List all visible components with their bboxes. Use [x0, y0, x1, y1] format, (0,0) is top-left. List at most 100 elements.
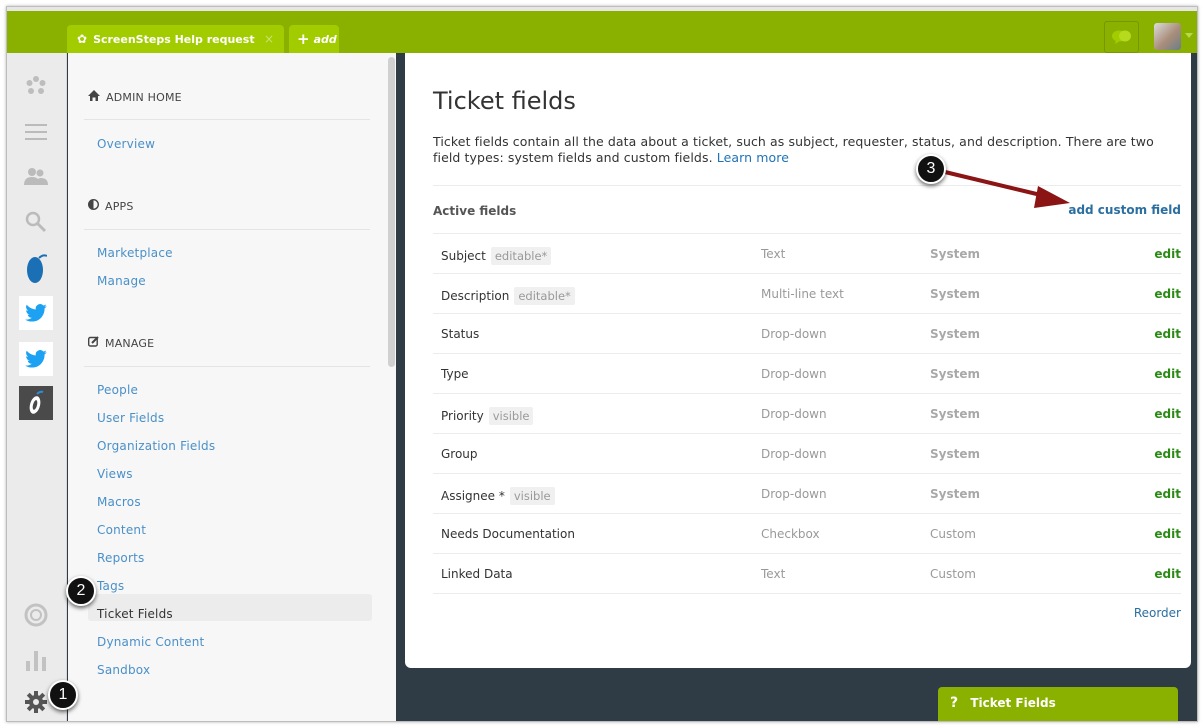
- divider: [84, 119, 370, 120]
- sidebar-item-organization-fields[interactable]: Organization Fields: [97, 439, 215, 453]
- field-name: Description: [441, 289, 510, 303]
- field-type: Drop-down: [761, 487, 827, 501]
- field-badge: visible: [509, 487, 555, 505]
- edit-field-link[interactable]: edit: [1154, 567, 1181, 581]
- callout-2: 2: [66, 576, 96, 606]
- field-badge: editable*: [490, 247, 552, 265]
- app-droplet-icon[interactable]: [17, 249, 55, 287]
- field-name: Priority: [441, 409, 484, 423]
- twitter-app-icon[interactable]: [19, 296, 53, 330]
- sidebar-item-sandbox[interactable]: Sandbox: [97, 663, 150, 677]
- table-row: Description editable* Multi-line text Syste…: [433, 274, 1181, 314]
- sidebar-item-dynamic-content[interactable]: Dynamic Content: [97, 635, 204, 649]
- field-name: Subject: [441, 249, 486, 263]
- field-name-cell: Linked Data: [441, 567, 513, 581]
- app-o-icon[interactable]: [19, 386, 53, 420]
- field-kind: System: [930, 487, 980, 501]
- users-icon[interactable]: [17, 157, 55, 195]
- edit-field-link[interactable]: edit: [1154, 487, 1181, 501]
- reorder-link[interactable]: Reorder: [1134, 606, 1181, 620]
- field-badge: visible: [488, 407, 534, 425]
- sidebar-item-macros[interactable]: Macros: [97, 495, 141, 509]
- field-kind: System: [930, 407, 980, 421]
- gear-icon: ✿: [77, 32, 88, 46]
- add-custom-field-link[interactable]: add custom field: [1068, 203, 1181, 217]
- table-row: Group Drop-down System edit: [433, 434, 1181, 474]
- page-description: Ticket fields contain all the data about…: [433, 134, 1154, 165]
- edit-field-link[interactable]: edit: [1154, 247, 1181, 261]
- edit-icon: [87, 336, 99, 350]
- field-kind: System: [930, 447, 980, 461]
- field-name: Group: [441, 447, 478, 461]
- add-tab-button[interactable]: + add: [289, 25, 339, 53]
- ticket-tab-title: ScreenSteps Help request: [93, 32, 255, 46]
- field-name-cell: Assignee * visible: [441, 487, 555, 505]
- edit-field-link[interactable]: edit: [1154, 447, 1181, 461]
- divider: [84, 229, 370, 230]
- field-type: Drop-down: [761, 367, 827, 381]
- edit-field-link[interactable]: edit: [1154, 527, 1181, 541]
- edit-field-link[interactable]: edit: [1154, 327, 1181, 341]
- field-kind: Custom: [930, 567, 976, 581]
- plus-icon: +: [297, 30, 310, 48]
- twitter-icon: [25, 304, 47, 322]
- edit-field-link[interactable]: edit: [1154, 367, 1181, 381]
- chat-button[interactable]: [1104, 21, 1139, 53]
- user-avatar[interactable]: [1154, 23, 1181, 50]
- sidebar-item-reports[interactable]: Reports: [97, 551, 144, 565]
- reports-bar-icon[interactable]: [17, 641, 55, 679]
- top-bar: ✿ ScreenSteps Help request × + add: [7, 7, 1197, 53]
- field-name: Type: [441, 367, 469, 381]
- table-row: Type Drop-down System edit: [433, 354, 1181, 394]
- sidebar-item-marketplace[interactable]: Marketplace: [97, 246, 173, 260]
- field-kind: Custom: [930, 527, 976, 541]
- half-circle-icon: [87, 198, 100, 213]
- field-name: Status: [441, 327, 480, 341]
- table-row: Needs Documentation Checkbox Custom edit: [433, 514, 1181, 554]
- sidebar-item-people[interactable]: People: [97, 383, 138, 397]
- sidebar-item-ticket-fields-label[interactable]: Ticket Fields: [97, 607, 173, 621]
- sidebar-item-manage-apps[interactable]: Manage: [97, 274, 146, 288]
- sidebar-item-tags[interactable]: Tags: [97, 579, 124, 593]
- chevron-down-icon[interactable]: [1185, 33, 1193, 38]
- admin-home-heading[interactable]: ADMIN HOME: [88, 90, 182, 104]
- field-name: Assignee *: [441, 489, 505, 503]
- field-kind: System: [930, 247, 980, 261]
- field-name-cell: Type: [441, 367, 469, 381]
- sidebar-scrollbar[interactable]: [388, 57, 395, 367]
- chat-bubbles-icon: [1111, 30, 1131, 44]
- ticket-tab[interactable]: ✿ ScreenSteps Help request ×: [67, 25, 284, 53]
- learn-more-link[interactable]: Learn more: [717, 150, 789, 165]
- app-window: ✿ ScreenSteps Help request × + add ADMIN…: [6, 6, 1198, 722]
- support-lifebuoy-icon[interactable]: [17, 596, 55, 634]
- apps-heading: APPS: [87, 198, 134, 213]
- table-row: Status Drop-down System edit: [433, 314, 1181, 354]
- icon-rail: [7, 53, 67, 721]
- field-type: Drop-down: [761, 407, 827, 421]
- menu-icon[interactable]: [17, 113, 55, 151]
- field-name-cell: Status: [441, 327, 479, 341]
- close-tab-icon[interactable]: ×: [264, 32, 274, 46]
- search-icon[interactable]: [17, 203, 55, 241]
- active-fields-label: Active fields: [433, 204, 517, 218]
- sidebar-item-user-fields[interactable]: User Fields: [97, 411, 164, 425]
- divider: [433, 185, 1181, 186]
- divider: [84, 366, 370, 367]
- field-type: Text: [761, 567, 786, 581]
- table-row: Assignee * visible Drop-down System edit: [433, 474, 1181, 514]
- sidebar-item-content[interactable]: Content: [97, 523, 146, 537]
- sidebar-item-views[interactable]: Views: [97, 467, 133, 481]
- zendesk-logo-icon[interactable]: [17, 67, 55, 105]
- edit-field-link[interactable]: edit: [1154, 407, 1181, 421]
- callout-3: 3: [916, 154, 946, 184]
- sidebar-item-overview[interactable]: Overview: [97, 137, 155, 151]
- help-widget-button[interactable]: ? Ticket Fields: [938, 687, 1178, 721]
- field-kind: System: [930, 367, 980, 381]
- page-title: Ticket fields: [433, 87, 576, 115]
- edit-field-link[interactable]: edit: [1154, 287, 1181, 301]
- help-widget-label: Ticket Fields: [970, 696, 1056, 710]
- field-type: Checkbox: [761, 527, 820, 541]
- field-name-cell: Priority visible: [441, 407, 534, 425]
- twitter-app-icon-2[interactable]: [19, 342, 53, 376]
- field-kind: System: [930, 327, 980, 341]
